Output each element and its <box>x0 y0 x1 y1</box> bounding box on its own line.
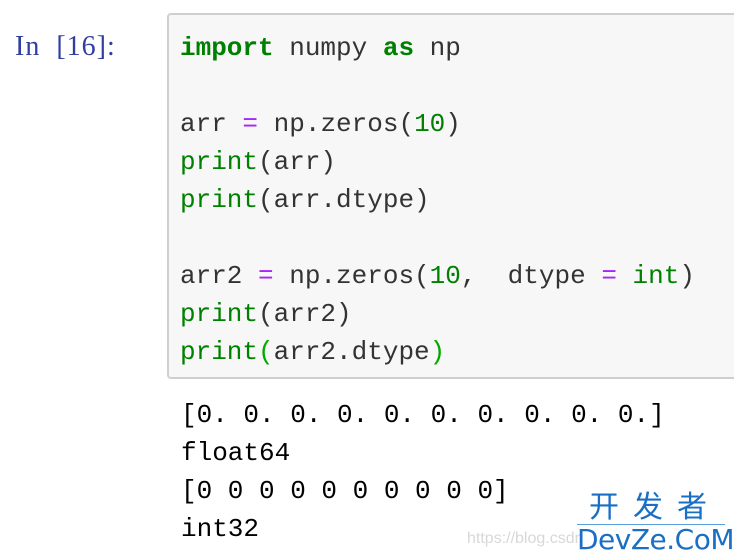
code-token: arr2.dtype <box>273 337 430 367</box>
code-token: (arr) <box>258 147 337 177</box>
watermark-logo: 开发者 DevZe.CoM <box>577 492 734 556</box>
code-token: int <box>632 261 680 291</box>
code-line: print(arr2) <box>180 295 695 333</box>
code-token: np.zeros( <box>273 261 430 291</box>
code-token: np <box>414 33 461 63</box>
watermark-logo-cn: 开发者 <box>577 492 725 525</box>
watermark-logo-en: DevZe.CoM <box>577 523 734 556</box>
code-token: , dtype <box>460 261 602 291</box>
code-cell[interactable]: import numpy as np arr = np.zeros(10) prin… <box>167 13 734 379</box>
code-line: arr = np.zeros(10) <box>180 105 695 143</box>
code-token: 10 <box>414 109 446 139</box>
code-token: 10 <box>429 261 461 291</box>
code-token: ) <box>445 109 461 139</box>
code-line: print(arr.dtype) <box>180 181 695 219</box>
code-token: numpy <box>273 33 383 63</box>
code-editor[interactable]: import numpy as np arr = np.zeros(10) prin… <box>180 29 695 371</box>
code-token: print <box>180 299 259 329</box>
code-token: print <box>180 185 259 215</box>
code-token: print <box>180 147 259 177</box>
code-token: arr <box>180 109 243 139</box>
code-line: print(arr2.dtype) <box>180 333 695 371</box>
output-line: [0. 0. 0. 0. 0. 0. 0. 0. 0. 0.] <box>181 400 665 430</box>
code-token: arr2 <box>180 261 259 291</box>
code-token: = <box>258 261 274 291</box>
code-token: (arr2) <box>258 299 352 329</box>
code-token: = <box>601 261 617 291</box>
code-line: print(arr) <box>180 143 695 181</box>
code-token: ) <box>429 337 446 367</box>
code-line: import numpy as np <box>180 29 695 67</box>
code-token: ( <box>258 337 274 367</box>
watermark-url: https://blog.csdn <box>467 530 584 547</box>
code-token: ) <box>679 261 695 291</box>
code-token: = <box>242 109 259 139</box>
code-token: as <box>382 33 415 63</box>
code-line: arr2 = np.zeros(10, dtype = int) <box>180 257 695 295</box>
input-prompt: In [16]: <box>15 31 116 62</box>
code-token: np.zeros( <box>258 109 415 139</box>
output-line: float64 <box>181 438 291 468</box>
code-token: print <box>180 337 259 367</box>
code-token: import <box>180 33 274 63</box>
code-token: (arr.dtype) <box>258 185 430 215</box>
